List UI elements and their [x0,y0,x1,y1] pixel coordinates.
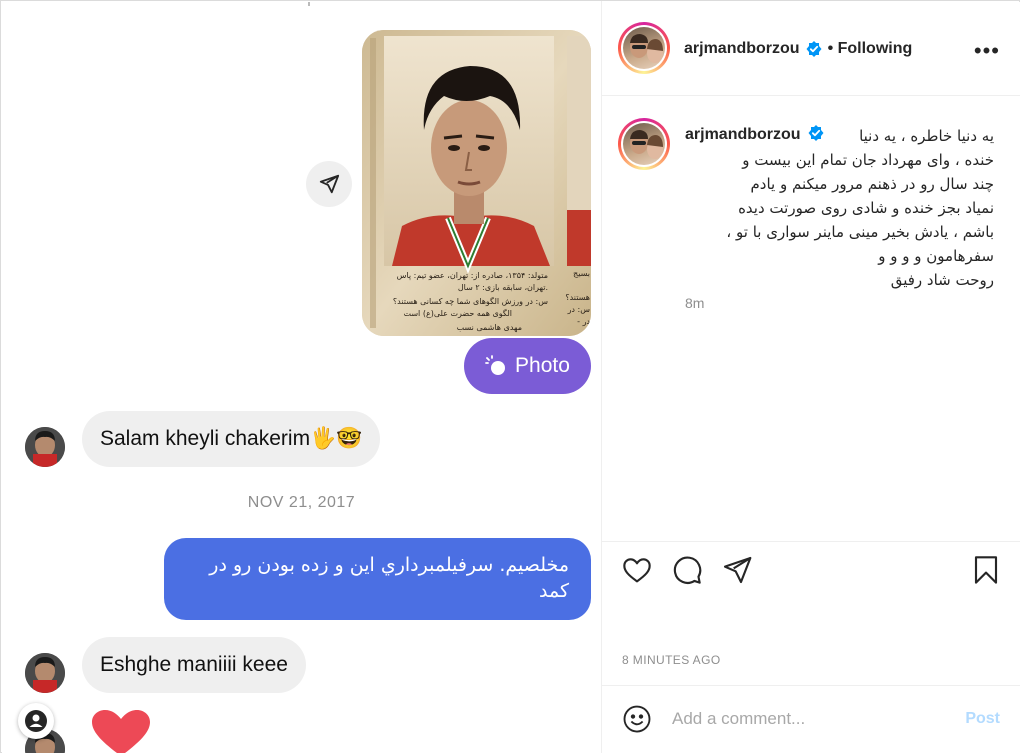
posted-time: 8 MINUTES AGO [622,653,721,667]
message-text: Salam kheyli chakerim🖐️🤓 [100,427,363,450]
verified-badge-icon [806,41,822,57]
more-options-icon[interactable]: ••• [974,38,1000,64]
following-button[interactable]: • Following [828,40,913,58]
shared-photo[interactable]: متولد: ۱۳۵۴، صادره از: تهران، عضو تیم: پ… [362,30,591,336]
person-icon [25,710,47,732]
comment-bar: Add a comment... Post [602,685,1020,753]
save-bookmark-icon[interactable] [970,554,1002,591]
emoji-icon[interactable] [622,704,652,739]
message-text: مخلصیم. سرفیلمبرداري این و زده بودن رو د… [209,554,569,602]
incoming-message[interactable]: Eshghe maniiii keee [82,637,306,693]
scroll-tick [308,2,310,6]
clipping-side-line: هستند؟ [565,293,590,302]
comment-input[interactable]: Add a comment... [672,709,805,729]
clipping-line: س: در ورزش الگوهای شما چه کسانی هستند؟ [393,296,548,306]
clipping-side-line: - در [577,317,590,326]
share-button[interactable] [306,161,352,207]
clipping-line: تهران، سابقه بازی: ۲ سال. [458,283,548,292]
clipping-line: الگوی همه حضرت علی(ع) است [404,308,513,318]
comment-icon[interactable] [671,554,703,591]
outgoing-message[interactable]: مخلصیم. سرفیلمبرداري این و زده بودن رو د… [164,538,591,620]
clipping-line: مهدی هاشمی نسب [457,323,522,332]
post-header: arjmandborzou • Following ••• [602,2,1020,96]
message-text: Eshghe maniiii keee [100,653,288,676]
clipping-line: متولد: ۱۳۵۴، صادره از: تهران، عضو تیم: پ… [397,271,548,280]
heart-reaction-icon [92,710,150,753]
post-panel: arjmandborzou • Following ••• arjmandbor… [602,2,1020,753]
view-once-icon [485,355,507,377]
incoming-message[interactable]: Salam kheyli chakerim🖐️🤓 [82,411,381,467]
post-comment-button[interactable]: Post [965,710,1000,728]
caption-text: یه دنیا خاطره ، یه دنیا خنده ، وای مهردا… [726,127,994,289]
photo-label: Photo [515,354,570,377]
caption-section: arjmandborzou یه دنیا خاطره ، یه دنیا خن… [602,96,1020,542]
avatar[interactable] [25,653,65,693]
author-username[interactable]: arjmandborzou [684,40,800,58]
user-profile-button[interactable] [18,703,54,739]
send-icon [319,174,340,194]
date-separator: NOV 21, 2017 [247,494,356,511]
like-heart-icon[interactable] [621,554,653,591]
action-bar [602,550,1020,598]
chat-screenshot: متولد: ۱۳۵۴، صادره از: تهران، عضو تیم: پ… [2,2,601,753]
author-avatar[interactable] [618,22,670,74]
photo-label-pill[interactable]: Photo [464,338,591,394]
clipping-side-line: س: در [567,305,591,314]
caption-time: 8m [685,295,705,311]
share-icon[interactable] [721,554,753,591]
window-frame: متولد: ۱۳۵۴، صادره از: تهران، عضو تیم: پ… [0,0,1020,753]
avatar[interactable] [25,427,65,467]
author-avatar[interactable] [618,118,670,170]
clipping-side-line: بسیج [573,269,590,278]
